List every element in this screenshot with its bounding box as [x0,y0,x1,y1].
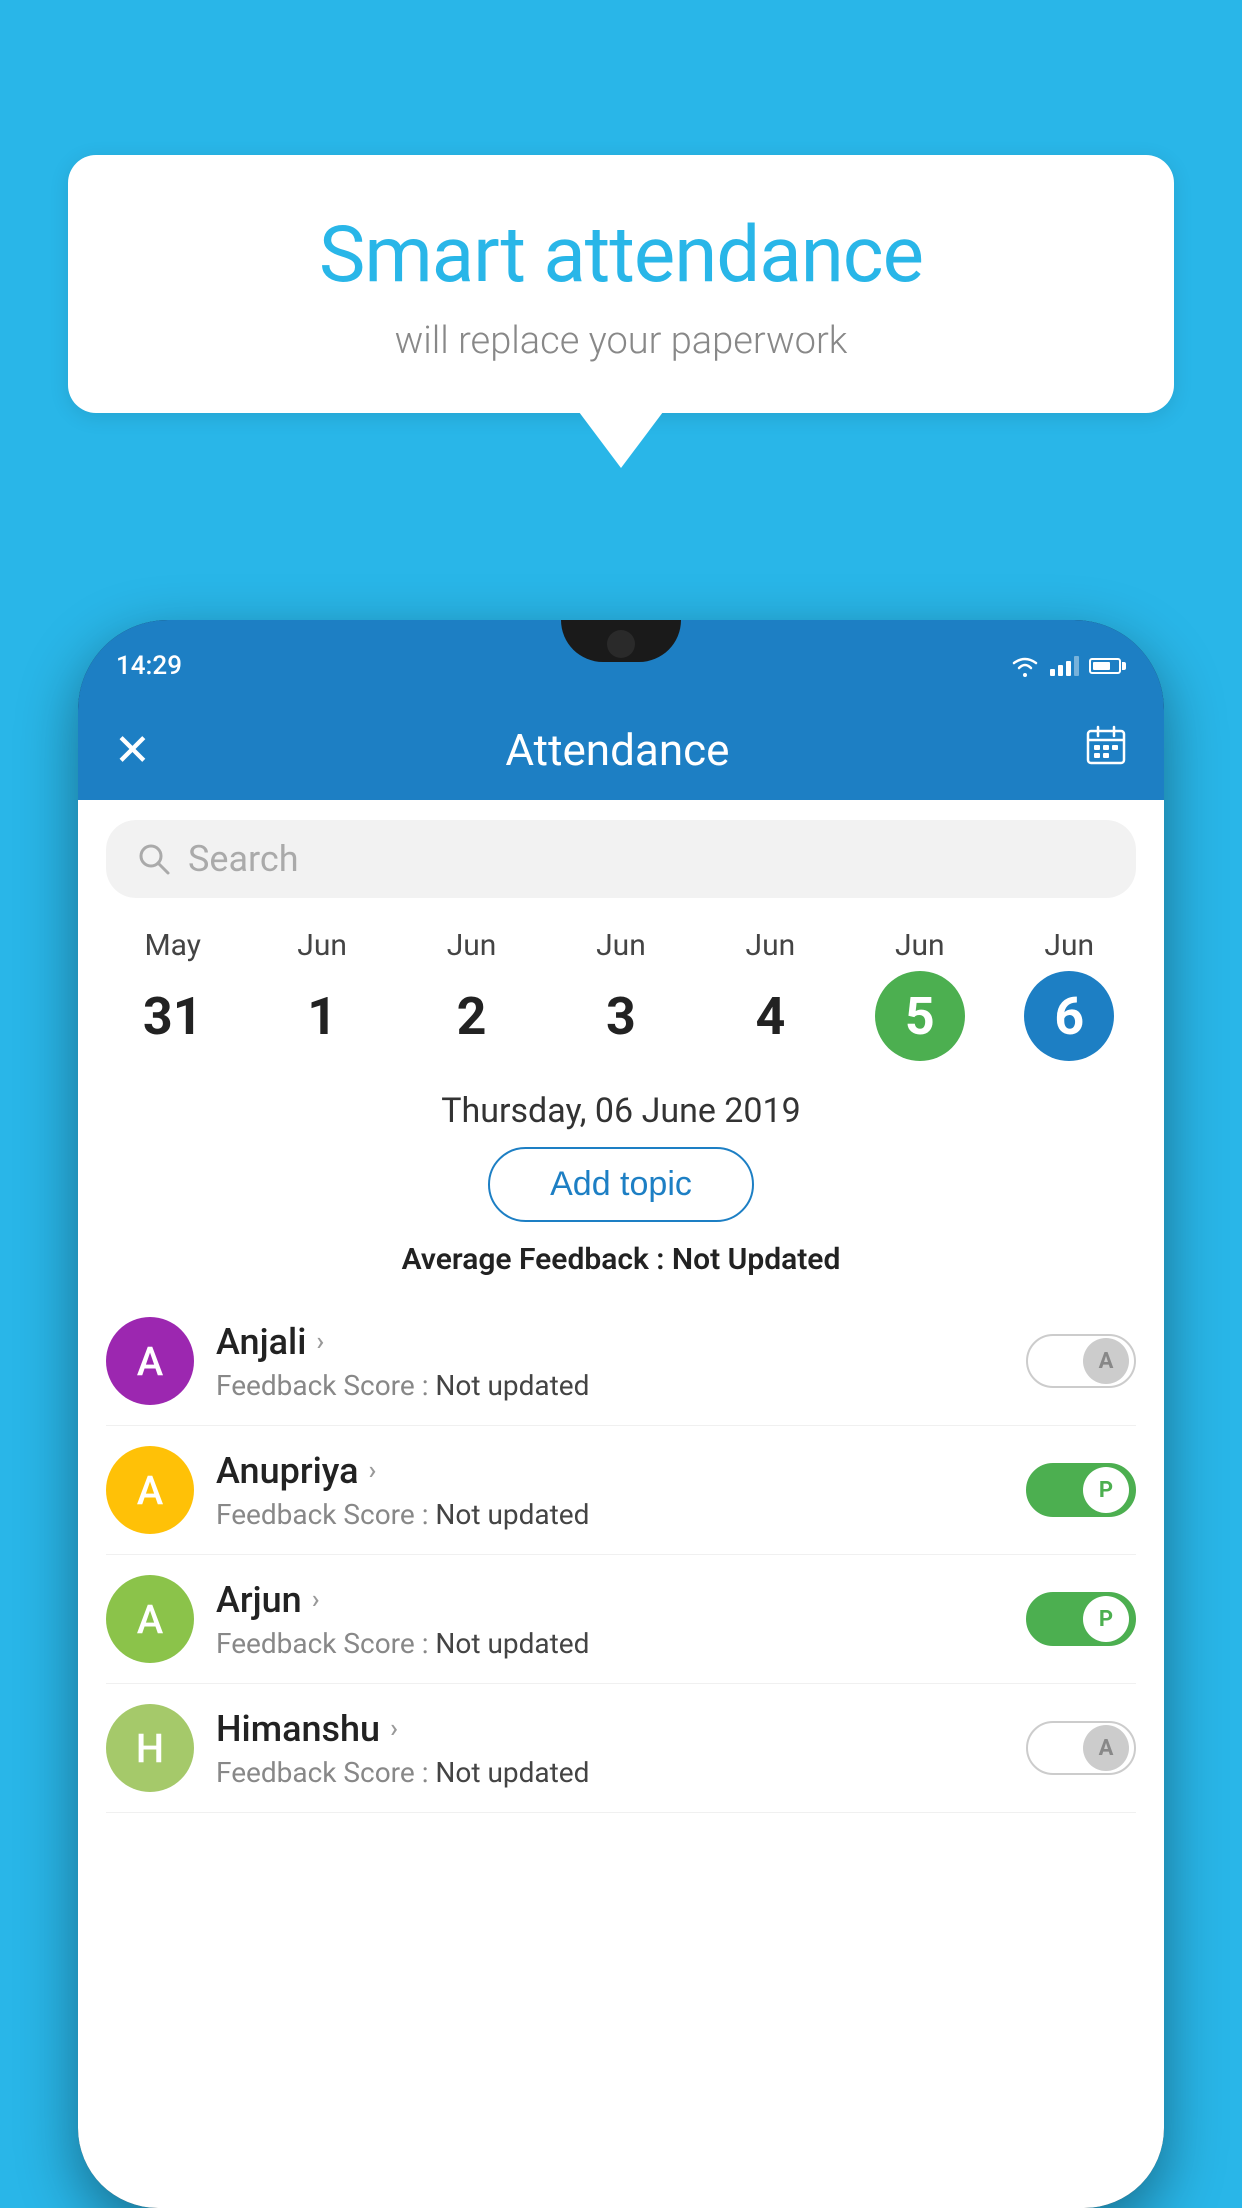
calendar-day[interactable]: Jun 3 [556,928,686,1061]
header-title: Attendance [505,724,729,776]
student-avatar: A [106,1575,194,1663]
average-feedback: Average Feedback : Not Updated [78,1242,1164,1297]
app-header: ✕ Attendance [78,700,1164,800]
calendar-day[interactable]: Jun 5 [855,928,985,1061]
cal-month-label: Jun [297,928,347,963]
toggle-knob: P [1083,1596,1129,1642]
feedback-value: Not updated [435,1756,589,1789]
calendar-day[interactable]: May 31 [108,928,238,1061]
student-avatar: A [106,1317,194,1405]
student-name: Arjun › [216,1579,1004,1621]
toggle-knob: A [1083,1338,1129,1384]
chevron-icon: › [316,1327,324,1357]
calendar-strip: May 31 Jun 1 Jun 2 Jun 3 Jun 4 Jun 5 Jun 6 [78,918,1164,1081]
attendance-toggle[interactable]: A [1026,1721,1136,1775]
student-row[interactable]: A Anjali › Feedback Score : Not updated A [106,1297,1136,1426]
cal-month-label: Jun [1044,928,1094,963]
cal-month-label: Jun [895,928,945,963]
avg-feedback-value: Not Updated [672,1242,840,1277]
feedback-value: Not updated [435,1627,589,1660]
student-row[interactable]: A Anupriya › Feedback Score : Not updated P [106,1426,1136,1555]
phone-frame: 14:29 ✕ [78,620,1164,2208]
avg-feedback-label: Average Feedback : [402,1242,672,1277]
calendar-day[interactable]: Jun 1 [257,928,387,1061]
selected-date-display: Thursday, 06 June 2019 [78,1081,1164,1147]
student-info: Himanshu › Feedback Score : Not updated [216,1708,1004,1789]
calendar-icon[interactable] [1084,723,1128,777]
student-info: Anupriya › Feedback Score : Not updated [216,1450,1004,1531]
feedback-value: Not updated [435,1498,589,1531]
student-avatar: A [106,1446,194,1534]
chevron-icon: › [390,1714,398,1744]
speech-bubble-container: Smart attendance will replace your paper… [68,155,1174,413]
toggle-off[interactable]: A [1026,1721,1136,1775]
calendar-day[interactable]: Jun 4 [705,928,835,1061]
toggle-knob: A [1083,1725,1129,1771]
cal-date-number[interactable]: 3 [576,971,666,1061]
cal-date-number[interactable]: 4 [725,971,815,1061]
student-info: Anjali › Feedback Score : Not updated [216,1321,1004,1402]
cal-date-number[interactable]: 31 [128,971,218,1061]
cal-month-label: May [144,928,200,963]
student-row[interactable]: H Himanshu › Feedback Score : Not updated A [106,1684,1136,1813]
student-list: AAnjali ›Feedback Score : Not updatedAAA… [78,1297,1164,1813]
close-button[interactable]: ✕ [114,724,151,776]
student-row[interactable]: A Arjun › Feedback Score : Not updated P [106,1555,1136,1684]
add-topic-button[interactable]: Add topic [488,1147,754,1222]
feedback-value: Not updated [435,1369,589,1402]
attendance-toggle[interactable]: P [1026,1592,1136,1646]
calendar-day[interactable]: Jun 2 [407,928,537,1061]
cal-date-number[interactable]: 6 [1024,971,1114,1061]
toggle-knob: P [1083,1467,1129,1513]
bubble-subtitle: will replace your paperwork [128,319,1114,363]
status-bar: 14:29 [78,620,1164,700]
cal-date-number[interactable]: 2 [427,971,517,1061]
phone-screen: Search May 31 Jun 1 Jun 2 Jun 3 Jun 4 Jun 5 Jun 6 Thu… [78,800,1164,2208]
status-icons [1010,655,1126,677]
chevron-icon: › [369,1456,377,1486]
signal-icon [1050,656,1079,676]
toggle-on[interactable]: P [1026,1463,1136,1517]
notch-camera [607,630,635,658]
student-feedback-score: Feedback Score : Not updated [216,1627,1004,1660]
student-name: Himanshu › [216,1708,1004,1750]
student-name: Anupriya › [216,1450,1004,1492]
cal-month-label: Jun [746,928,796,963]
student-avatar: H [106,1704,194,1792]
student-info: Arjun › Feedback Score : Not updated [216,1579,1004,1660]
student-feedback-score: Feedback Score : Not updated [216,1756,1004,1789]
bubble-title: Smart attendance [128,210,1114,301]
battery-icon [1089,658,1126,674]
speech-bubble: Smart attendance will replace your paper… [68,155,1174,413]
search-icon [136,841,172,877]
status-time: 14:29 [116,651,182,681]
toggle-off[interactable]: A [1026,1334,1136,1388]
search-placeholder: Search [188,838,299,880]
calendar-day[interactable]: Jun 6 [1004,928,1134,1061]
attendance-toggle[interactable]: A [1026,1334,1136,1388]
cal-date-number[interactable]: 5 [875,971,965,1061]
wifi-icon [1010,655,1040,677]
cal-date-number[interactable]: 1 [277,971,367,1061]
attendance-toggle[interactable]: P [1026,1463,1136,1517]
cal-month-label: Jun [447,928,497,963]
toggle-on[interactable]: P [1026,1592,1136,1646]
student-name: Anjali › [216,1321,1004,1363]
search-bar[interactable]: Search [106,820,1136,898]
student-feedback-score: Feedback Score : Not updated [216,1498,1004,1531]
chevron-icon: › [312,1585,320,1615]
cal-month-label: Jun [596,928,646,963]
student-feedback-score: Feedback Score : Not updated [216,1369,1004,1402]
